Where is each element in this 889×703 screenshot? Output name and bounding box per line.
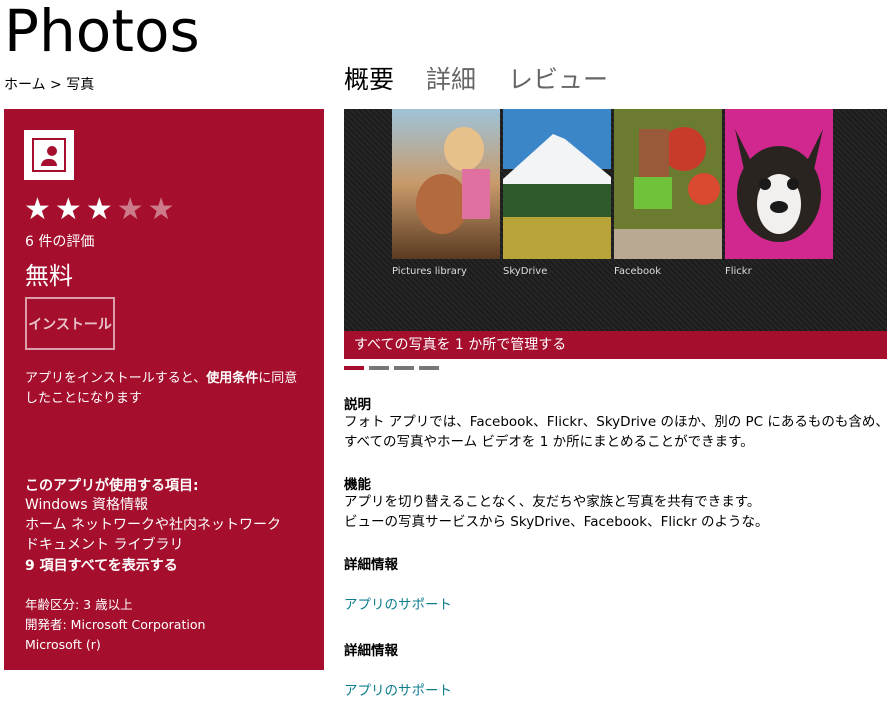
features-line-1: アプリを切り替えることなく、友だちや家族と写真を共有できます。 — [344, 494, 761, 510]
star-icon: ★ — [85, 192, 117, 227]
publisher: Microsoft (r) — [25, 637, 101, 652]
facebook-thumbnail — [614, 109, 722, 259]
more-info-heading: 詳細情報 — [344, 557, 398, 573]
tab-reviews[interactable]: レビュー — [508, 60, 608, 96]
star-icon: ★ — [116, 192, 148, 227]
pictures-library-thumbnail — [392, 109, 500, 259]
features-line-2: ビューの写真サービスから SkyDrive、Facebook、Flickr のよ… — [344, 514, 769, 530]
app-meta: 年齢区分: 3 歳以上 開発者: Microsoft Corporation M… — [25, 595, 205, 655]
photos-app-icon — [24, 130, 74, 180]
more-info-heading: 詳細情報 — [344, 643, 398, 659]
tab-overview[interactable]: 概要 — [344, 60, 394, 96]
skydrive-thumbnail — [503, 109, 611, 259]
carousel-page-2[interactable] — [369, 366, 389, 370]
description-text: フォト アプリでは、Facebook、Flickr、SkyDrive のほか、別… — [344, 414, 889, 450]
rating-count: 6 件の評価 — [25, 234, 95, 250]
terms-text-before: アプリをインストールすると、 — [25, 371, 207, 386]
developer: 開発者: Microsoft Corporation — [25, 617, 206, 632]
show-all-permissions-link[interactable]: 9 項目すべてを表示する — [25, 555, 178, 575]
install-terms: アプリをインストールすると、使用条件に同意したことになります — [25, 369, 310, 409]
app-listing-panel: ★★★★★ 6 件の評価 無料 インストール アプリをインストールすると、使用条… — [4, 109, 324, 670]
description-heading: 説明 — [344, 397, 371, 413]
features-heading: 機能 — [344, 477, 371, 493]
tab-bar: 概要 詳細 レビュー — [344, 60, 608, 96]
age-rating: 年齢区分: 3 歳以上 — [25, 597, 133, 612]
tile-label: Facebook — [614, 266, 661, 277]
breadcrumb[interactable]: ホーム > 写真 — [4, 74, 94, 94]
install-button[interactable]: インストール — [25, 297, 115, 350]
terms-link[interactable]: 使用条件 — [206, 371, 258, 386]
carousel-caption: すべての写真を 1 か所で管理する — [344, 331, 887, 359]
tile-label: Flickr — [725, 266, 752, 277]
star-icon: ★ — [24, 192, 55, 227]
star-icon: ★ — [147, 192, 179, 227]
carousel-page-1[interactable] — [344, 366, 364, 370]
tab-details[interactable]: 詳細 — [426, 60, 476, 96]
carousel-page-4[interactable] — [419, 366, 439, 370]
screenshot-carousel[interactable]: Pictures library SkyDrive Facebook Flick… — [344, 109, 887, 359]
tile-label: SkyDrive — [503, 266, 548, 277]
permissions-heading: このアプリが使用する項目: — [25, 478, 199, 494]
flickr-thumbnail — [725, 109, 833, 259]
app-support-link[interactable]: アプリのサポート — [344, 679, 452, 699]
rating-stars: ★★★★★ — [24, 192, 179, 228]
permission-item: Windows 資格情報 — [25, 497, 148, 513]
permissions-list: Windows 資格情報 ホーム ネットワークや社内ネットワーク ドキュメント … — [25, 495, 281, 555]
permission-item: ドキュメント ライブラリ — [25, 537, 184, 553]
app-support-link[interactable]: アプリのサポート — [344, 593, 452, 613]
permission-item: ホーム ネットワークや社内ネットワーク — [25, 517, 282, 533]
price-label: 無料 — [25, 262, 73, 290]
carousel-page-3[interactable] — [394, 366, 414, 370]
carousel-pager — [344, 366, 439, 370]
app-title: Photos — [4, 0, 200, 65]
star-icon: ★ — [54, 192, 86, 227]
tile-label: Pictures library — [392, 266, 467, 277]
